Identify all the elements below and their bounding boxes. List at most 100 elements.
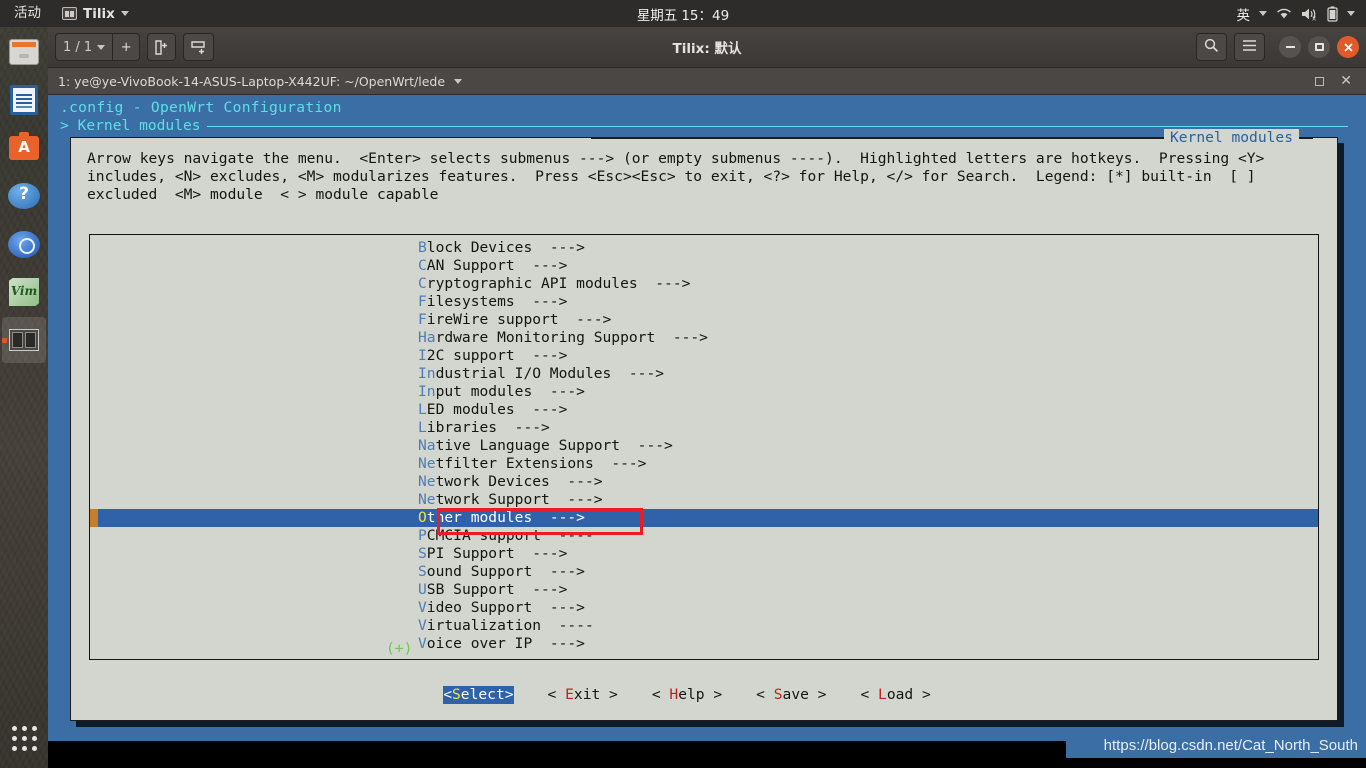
menu-item[interactable]: Hardware Monitoring Support --->	[90, 329, 1318, 347]
dock-item-ubuntu-software[interactable]	[2, 125, 46, 171]
menu-item-arrow: --->	[567, 491, 603, 508]
dock-item-vim[interactable]	[2, 269, 46, 315]
menu-item-arrow: --->	[532, 545, 568, 562]
dock-item-files[interactable]	[2, 29, 46, 75]
menu-item-hotkey: Ne	[418, 455, 436, 472]
action-button[interactable]: < Save >	[756, 686, 860, 704]
tilix-window: 1 / 1 + Tilix: 默认 1: ye@ye-VivoBook-14-A…	[48, 27, 1366, 768]
menu-item-arrow: --->	[514, 419, 550, 436]
action-button[interactable]: < Load >	[860, 686, 964, 704]
menu-item[interactable]: Network Support --->	[90, 491, 1318, 509]
menu-item-hotkey: P	[418, 527, 427, 544]
menu-item[interactable]: Netfilter Extensions --->	[90, 455, 1318, 473]
menu-item-arrow: --->	[672, 329, 708, 346]
split-right-icon	[155, 39, 168, 55]
menu-item-arrow: --->	[549, 509, 585, 526]
menu-item[interactable]: Cryptographic API modules --->	[90, 275, 1318, 293]
menu-item-label: ther modules	[426, 509, 550, 526]
dock-item-chromium[interactable]	[2, 221, 46, 267]
menu-item-hotkey: L	[418, 401, 427, 418]
menu-item-hotkey: Na	[418, 437, 436, 454]
action-button[interactable]: < Help >	[652, 686, 756, 704]
close-button[interactable]	[1337, 36, 1359, 58]
clock[interactable]: 星期五 15：49	[0, 4, 1366, 24]
menu-item-hotkey: In	[418, 383, 436, 400]
tab-close-icon[interactable]: ✕	[1340, 74, 1352, 88]
button-suffix: >	[600, 686, 618, 703]
gnome-top-bar: 活动 Tilix 星期五 15：49 英 x	[0, 0, 1366, 27]
minimize-button[interactable]	[1279, 36, 1301, 58]
svg-text:x: x	[1312, 14, 1316, 21]
menu-item-label: lock Devices	[426, 239, 550, 256]
dock-item-help[interactable]	[2, 173, 46, 219]
menu-item-hotkey: S	[418, 545, 427, 562]
button-label: oad	[886, 686, 914, 703]
menu-item[interactable]: CAN Support --->	[90, 257, 1318, 275]
menu-item[interactable]: Other modules --->	[90, 509, 1318, 527]
menu-item[interactable]: PCMCIA support ----	[90, 527, 1318, 545]
system-status-area[interactable]: 英 x	[1237, 0, 1366, 27]
activities-button[interactable]: 活动	[0, 0, 54, 27]
menu-item-hotkey: V	[418, 617, 427, 634]
scroll-down-indicator: (+)	[386, 640, 413, 657]
session-counter: 1 / 1	[63, 39, 93, 55]
session-controls: 1 / 1 +	[55, 33, 147, 61]
clock-weekday: 星期五	[636, 7, 678, 24]
menu-item[interactable]: Input modules --->	[90, 383, 1318, 401]
menu-button[interactable]	[1234, 33, 1265, 61]
button-suffix: >	[704, 686, 723, 703]
search-button[interactable]	[1196, 33, 1227, 61]
maximize-icon	[1314, 43, 1324, 51]
menu-item[interactable]: I2C support --->	[90, 347, 1318, 365]
menu-item[interactable]: Video Support --->	[90, 599, 1318, 617]
menu-item-label: ideo Support	[426, 599, 550, 616]
session-selector-button[interactable]: 1 / 1	[55, 33, 113, 61]
menu-item-arrow: --->	[637, 437, 673, 454]
menu-item[interactable]: SPI Support --->	[90, 545, 1318, 563]
menu-item[interactable]: Virtualization ----	[90, 617, 1318, 635]
menuconfig-listbox[interactable]: Block Devices ---> CAN Support ---> Crypto…	[89, 234, 1319, 660]
menu-item-hotkey: F	[418, 311, 427, 328]
menu-item[interactable]: Voice over IP --->	[90, 635, 1318, 653]
menu-item-arrow: --->	[567, 473, 603, 490]
new-terminal-down-button[interactable]	[183, 33, 215, 61]
files-icon	[9, 39, 39, 65]
menu-item[interactable]: Block Devices --->	[90, 239, 1318, 257]
action-button[interactable]: < Exit >	[548, 686, 652, 704]
menu-item[interactable]: USB Support --->	[90, 581, 1318, 599]
menu-item-arrow: --->	[549, 563, 585, 580]
menu-item-label: ED modules	[426, 401, 533, 418]
button-suffix: >	[504, 686, 514, 703]
menu-item-label: twork Support	[435, 491, 568, 508]
app-menu-button[interactable]: Tilix	[54, 0, 137, 27]
terminal-tab[interactable]: 1: ye@ye-VivoBook-14-ASUS-Laptop-X442UF:…	[56, 72, 464, 91]
menu-item[interactable]: LED modules --->	[90, 401, 1318, 419]
hamburger-menu-icon	[1242, 39, 1257, 56]
menu-item[interactable]: Sound Support --->	[90, 563, 1318, 581]
watermark: https://blog.csdn.net/Cat_North_South	[1066, 732, 1366, 758]
terminal-content[interactable]: .config - OpenWrt Configuration > Kernel…	[48, 95, 1366, 768]
menuconfig-help-text: Arrow keys navigate the menu. <Enter> se…	[87, 150, 1265, 203]
button-hotkey: H	[669, 686, 679, 703]
menu-item[interactable]: FireWire support --->	[90, 311, 1318, 329]
question-mark-icon	[8, 183, 40, 209]
add-session-button[interactable]: +	[112, 33, 141, 61]
menu-item[interactable]: Industrial I/O Modules --->	[90, 365, 1318, 383]
window-controls	[1196, 33, 1359, 61]
maximize-button[interactable]	[1308, 36, 1330, 58]
show-applications-grid-icon[interactable]	[2, 716, 46, 760]
tilix-titlebar: 1 / 1 + Tilix: 默认	[48, 27, 1366, 68]
menu-item[interactable]: Native Language Support --->	[90, 437, 1318, 455]
menu-item[interactable]: Network Devices --->	[90, 473, 1318, 491]
menuconfig-screen: .config - OpenWrt Configuration > Kernel…	[48, 95, 1366, 741]
tab-maximize-icon[interactable]	[1315, 76, 1325, 86]
menuconfig-item-list: Block Devices ---> CAN Support ---> Crypto…	[90, 235, 1318, 653]
close-icon	[1343, 38, 1354, 57]
menu-item[interactable]: Filesystems --->	[90, 293, 1318, 311]
dock-item-tilix[interactable]	[2, 317, 46, 363]
button-prefix: <	[860, 686, 879, 703]
action-button[interactable]: <Select>	[443, 686, 514, 704]
new-terminal-right-button[interactable]	[147, 33, 177, 61]
dock-item-libreoffice-writer[interactable]	[2, 77, 46, 123]
menu-item[interactable]: Libraries --->	[90, 419, 1318, 437]
